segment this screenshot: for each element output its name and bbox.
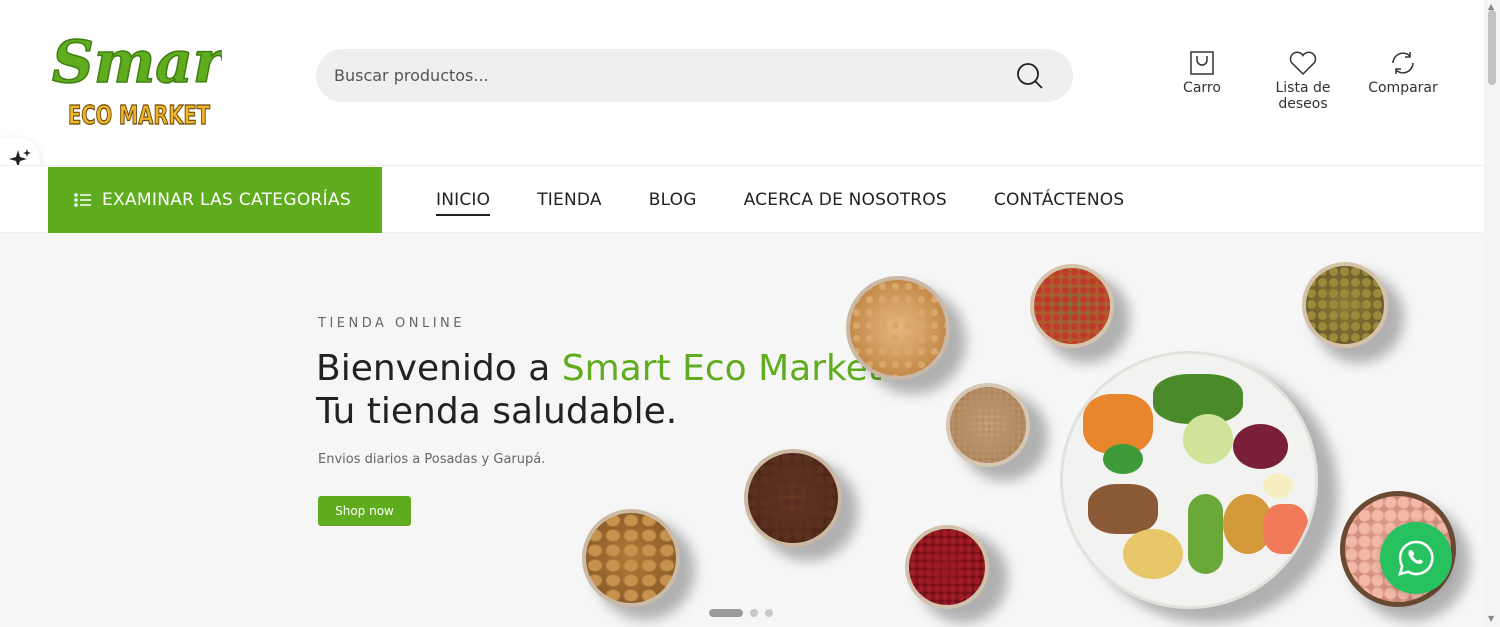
hero-title: Bienvenido a Smart Eco Market Tu tienda … bbox=[316, 347, 882, 433]
hero-title-highlight: Smart Eco Market bbox=[561, 348, 882, 389]
browse-categories-button[interactable]: EXAMINAR LAS CATEGORÍAS bbox=[48, 167, 382, 233]
scrollbar-thumb[interactable] bbox=[1488, 10, 1496, 85]
hero-title-prefix: Bienvenido a bbox=[316, 348, 562, 389]
browse-categories-label: EXAMINAR LAS CATEGORÍAS bbox=[102, 190, 351, 210]
main-navigation: EXAMINAR LAS CATEGORÍAS INICIO TIENDA BL… bbox=[0, 165, 1484, 233]
search-bar bbox=[316, 49, 1073, 102]
scroll-down-arrow-icon[interactable]: ▼ bbox=[1488, 614, 1494, 623]
chickpeas-bowl bbox=[846, 276, 950, 380]
search-icon[interactable] bbox=[1015, 61, 1045, 91]
slide-dot-3[interactable] bbox=[765, 609, 773, 617]
heart-icon bbox=[1289, 51, 1317, 76]
slide-dot-2[interactable] bbox=[750, 609, 758, 617]
page: Smart ECO MARKET Carro L bbox=[0, 0, 1500, 627]
nav-menu: INICIO TIENDA BLOG ACERCA DE NOSOTROS CO… bbox=[436, 166, 1171, 234]
dried-tomato-bowl bbox=[1030, 264, 1114, 348]
healthy-plate bbox=[1060, 351, 1318, 609]
cart-button[interactable]: Carro bbox=[1180, 50, 1224, 96]
compare-label: Comparar bbox=[1368, 80, 1438, 96]
nav-item-acerca-de-nosotros[interactable]: ACERCA DE NOSOTROS bbox=[744, 190, 947, 210]
wishlist-label: Lista de deseos bbox=[1275, 80, 1331, 112]
site-logo[interactable]: Smart ECO MARKET bbox=[46, 20, 251, 131]
compare-button[interactable]: Comparar bbox=[1368, 50, 1438, 96]
buckwheat-bowl bbox=[946, 383, 1030, 467]
whatsapp-icon bbox=[1398, 540, 1434, 576]
shop-now-button[interactable]: Shop now bbox=[318, 496, 411, 526]
whatsapp-button[interactable] bbox=[1380, 522, 1452, 594]
wishlist-button[interactable]: Lista de deseos bbox=[1250, 50, 1356, 112]
seeds-bowl bbox=[1302, 262, 1388, 348]
hero-subtitle: Envios diarios a Posadas y Garupá. bbox=[318, 452, 546, 467]
logo-wordmark: Smart bbox=[52, 28, 222, 96]
pink-pepper-bowl bbox=[905, 525, 989, 609]
list-icon bbox=[74, 193, 91, 207]
walnuts-bowl bbox=[582, 509, 680, 607]
logo-subtitle: ECO MARKET bbox=[68, 101, 210, 130]
shopping-bag-icon bbox=[1190, 51, 1214, 75]
allspice-bowl bbox=[744, 449, 842, 547]
compare-arrows-icon bbox=[1392, 52, 1414, 74]
page-scrollbar[interactable]: ▲ ▼ bbox=[1484, 0, 1500, 627]
search-input[interactable] bbox=[334, 49, 1014, 102]
nav-item-contactenos[interactable]: CONTÁCTENOS bbox=[994, 190, 1124, 210]
hero-eyebrow: TIENDA ONLINE bbox=[318, 316, 465, 331]
hero-slider: TIENDA ONLINE Bienvenido a Smart Eco Mar… bbox=[0, 233, 1484, 627]
slider-pagination bbox=[709, 609, 780, 617]
nav-item-tienda[interactable]: TIENDA bbox=[537, 190, 601, 210]
site-header: Smart ECO MARKET Carro L bbox=[0, 0, 1484, 165]
nav-item-inicio[interactable]: INICIO bbox=[436, 190, 491, 216]
slide-dot-1[interactable] bbox=[709, 609, 743, 617]
nav-item-blog[interactable]: BLOG bbox=[649, 190, 697, 210]
hero-title-line2: Tu tienda saludable. bbox=[316, 391, 678, 432]
cart-label: Carro bbox=[1183, 80, 1221, 96]
